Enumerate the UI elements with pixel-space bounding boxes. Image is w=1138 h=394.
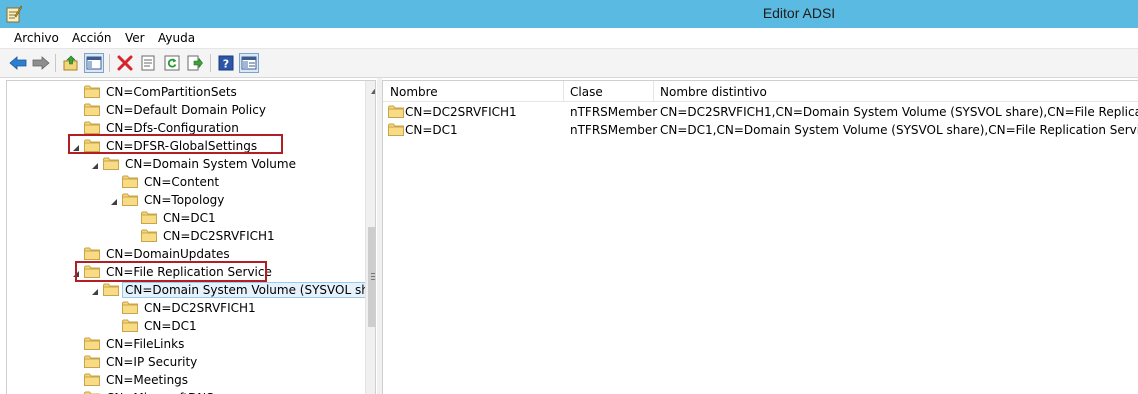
tree-scroll-thumb[interactable] bbox=[368, 227, 375, 327]
folder-icon bbox=[84, 337, 100, 350]
help-icon[interactable]: ? bbox=[216, 53, 236, 73]
folder-icon bbox=[122, 301, 138, 314]
menu-ayuda[interactable]: Ayuda bbox=[158, 31, 195, 45]
up-folder-icon[interactable] bbox=[61, 53, 81, 73]
list-cell-name: CN=DC2SRVFICH1 bbox=[405, 105, 517, 119]
tree-item[interactable]: CN=DC1 bbox=[7, 209, 367, 227]
folder-icon bbox=[122, 175, 138, 188]
folder-icon bbox=[84, 85, 100, 98]
refresh-icon[interactable] bbox=[162, 53, 182, 73]
tree-item-label: CN=DC2SRVFICH1 bbox=[144, 301, 256, 315]
tree-item[interactable]: CN=DC2SRVFICH1 bbox=[7, 227, 367, 245]
list-cell-name: CN=DC1 bbox=[405, 123, 458, 137]
tree-item[interactable]: CN=Content bbox=[7, 173, 367, 191]
folder-icon bbox=[388, 105, 404, 118]
tree-item-label: CN=Domain System Volume (SYSVOL share) bbox=[122, 282, 375, 298]
tree-item[interactable]: CN=ComPartitionSets bbox=[7, 83, 367, 101]
folder-icon bbox=[122, 319, 138, 332]
tree-item-label: CN=ComPartitionSets bbox=[106, 85, 237, 99]
tree-item[interactable]: CN=Topology bbox=[7, 191, 367, 209]
grip-line bbox=[371, 279, 375, 280]
expanded-arrow-icon[interactable] bbox=[91, 285, 99, 295]
tree-item-label: CN=IP Security bbox=[106, 355, 198, 369]
list-item[interactable]: CN=DC2SRVFICH1 nTFRSMember CN=DC2SRVFICH1,… bbox=[383, 102, 1138, 120]
list-cell-distinguished-name: CN=DC2SRVFICH1,CN=Domain System Volume (… bbox=[660, 105, 1138, 119]
folder-icon bbox=[84, 355, 100, 368]
tree-item[interactable]: CN=Default Domain Policy bbox=[7, 101, 367, 119]
tree-vertical-scrollbar[interactable] bbox=[365, 81, 375, 394]
tree-item-label: CN=DC1 bbox=[144, 319, 197, 333]
tree-item-label: CN=Meetings bbox=[106, 373, 189, 387]
tree-item-label: CN=DC1 bbox=[163, 211, 216, 225]
folder-icon bbox=[103, 283, 119, 296]
column-divider[interactable] bbox=[563, 81, 564, 102]
highlight-box-file-replication-service bbox=[75, 261, 267, 282]
back-arrow-icon[interactable] bbox=[8, 53, 28, 73]
tree-item[interactable]: CN=IP Security bbox=[7, 353, 367, 371]
tree-item[interactable]: CN=MicrosoftDNS bbox=[7, 389, 367, 394]
results-list[interactable]: Nombre Clase Nombre distintivo CN=DC2SRV… bbox=[382, 80, 1138, 394]
tree-item-label: CN=Topology bbox=[144, 193, 225, 207]
tree-item-label: CN=Dfs-Configuration bbox=[106, 121, 239, 135]
column-header-clase[interactable]: Clase bbox=[570, 85, 603, 99]
window-title: Editor ADSI bbox=[762, 5, 836, 21]
tree-item-label: CN=FileLinks bbox=[106, 337, 185, 351]
tree-item[interactable]: CN=Meetings bbox=[7, 371, 367, 389]
toolbar-separator bbox=[109, 54, 110, 72]
grip-line bbox=[371, 276, 375, 277]
grip-line bbox=[371, 273, 375, 274]
toolbar-separator bbox=[55, 54, 56, 72]
folder-icon bbox=[122, 193, 138, 206]
column-divider[interactable] bbox=[653, 81, 654, 102]
folder-icon bbox=[141, 211, 157, 224]
tree-item[interactable]: CN=DC1 bbox=[7, 317, 367, 335]
list-item[interactable]: CN=DC1 nTFRSMember CN=DC1,CN=Domain System… bbox=[383, 120, 1138, 138]
tree-item[interactable]: CN=DC2SRVFICH1 bbox=[7, 299, 367, 317]
tree-item[interactable]: CN=Domain System Volume (SYSVOL share) bbox=[7, 281, 375, 299]
show-hide-tree-icon[interactable] bbox=[84, 53, 104, 73]
folder-icon bbox=[388, 123, 404, 136]
folder-icon bbox=[84, 121, 100, 134]
list-cell-class: nTFRSMember bbox=[570, 123, 658, 137]
toolbar-separator bbox=[210, 54, 211, 72]
tree-item[interactable]: CN=FileLinks bbox=[7, 335, 367, 353]
tree-item-label: CN=Default Domain Policy bbox=[106, 103, 266, 117]
expanded-arrow-icon[interactable] bbox=[110, 195, 118, 205]
highlight-box-dfsr-globalsettings bbox=[68, 134, 283, 154]
expanded-arrow-icon[interactable] bbox=[91, 159, 99, 169]
folder-icon bbox=[84, 373, 100, 386]
column-header-nombre-distintivo[interactable]: Nombre distintivo bbox=[660, 85, 767, 99]
scroll-up-icon[interactable] bbox=[370, 85, 375, 94]
console-tree-icon[interactable] bbox=[239, 53, 259, 73]
svg-text:?: ? bbox=[223, 58, 229, 71]
tree-item-label: CN=Content bbox=[144, 175, 220, 189]
list-header: Nombre Clase Nombre distintivo bbox=[383, 81, 1138, 102]
list-cell-class: nTFRSMember bbox=[570, 105, 658, 119]
tree-item-label: CN=Domain System Volume bbox=[125, 157, 296, 171]
menu-ver[interactable]: Ver bbox=[125, 31, 145, 45]
toolbar: ? bbox=[0, 49, 1138, 78]
properties-icon[interactable] bbox=[138, 53, 158, 73]
folder-icon bbox=[84, 103, 100, 116]
tree-item[interactable]: CN=Domain System Volume bbox=[7, 155, 367, 173]
forward-arrow-icon[interactable] bbox=[31, 53, 51, 73]
folder-icon bbox=[103, 157, 119, 170]
menu-archivo[interactable]: Archivo bbox=[14, 31, 59, 45]
folder-icon bbox=[84, 247, 100, 260]
column-header-nombre[interactable]: Nombre bbox=[390, 85, 438, 99]
menu-bar: Archivo Acción Ver Ayuda bbox=[0, 28, 1138, 49]
list-cell-distinguished-name: CN=DC1,CN=Domain System Volume (SYSVOL s… bbox=[660, 123, 1138, 137]
export-list-icon[interactable] bbox=[185, 53, 205, 73]
tree-item-label: CN=DomainUpdates bbox=[106, 247, 230, 261]
folder-icon bbox=[141, 229, 157, 242]
tree-item-label: CN=DC2SRVFICH1 bbox=[163, 229, 275, 243]
menu-accion[interactable]: Acción bbox=[72, 31, 111, 45]
console-tree[interactable]: CN=ComPartitionSets CN=Default Domain Pol… bbox=[6, 80, 376, 394]
delete-icon[interactable] bbox=[115, 53, 135, 73]
title-bar: Editor ADSI bbox=[0, 0, 1138, 28]
